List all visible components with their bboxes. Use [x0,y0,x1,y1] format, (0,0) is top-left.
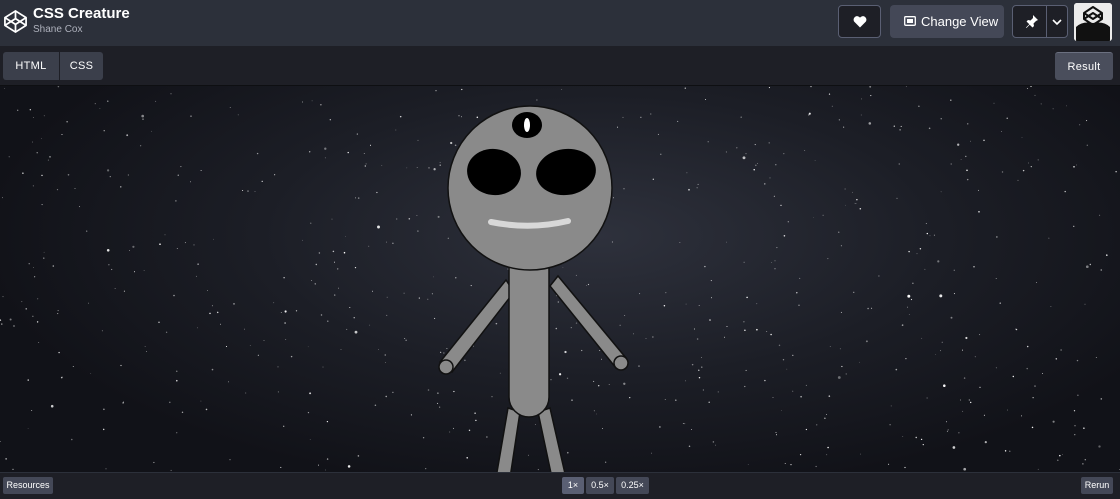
pen-title[interactable]: CSS Creature [33,5,130,23]
tab-result[interactable]: Result [1055,52,1113,80]
change-view-icon [904,16,916,26]
editor-tab-bar: HTML CSS Result [0,46,1120,86]
resources-button[interactable]: Resources [3,477,53,494]
pin-icon [1026,15,1038,28]
alien-third-eye-pupil [524,118,530,132]
chevron-down-icon[interactable] [1052,19,1062,26]
result-preview[interactable] [0,86,1120,472]
alien-right-leg [537,407,566,472]
alien-body [508,245,550,418]
avatar-image [1074,3,1112,41]
zoom-0.5x-button[interactable]: 0.5× [586,477,614,494]
tab-html[interactable]: HTML [3,52,59,80]
pin-divider [1046,6,1047,37]
zoom-1x-button[interactable]: 1× [562,477,584,494]
codepen-logo-icon[interactable] [3,9,28,34]
pin-button[interactable] [1012,5,1068,38]
alien-creature [438,105,629,472]
love-button[interactable] [838,5,881,38]
rerun-button[interactable]: Rerun [1081,477,1113,494]
pen-author[interactable]: Shane Cox [33,24,82,36]
tab-css[interactable]: CSS [60,52,103,80]
change-view-label: Change View [921,14,999,29]
change-view-button[interactable]: Change View [890,5,1004,38]
editor-footer: Resources 1× 0.5× 0.25× Rerun [0,472,1120,499]
alien-right-arm [549,274,629,371]
pen-header: CSS Creature Shane Cox Change View [0,0,1120,46]
alien-left-leg [496,407,521,472]
heart-icon [853,16,867,28]
alien-left-arm [438,278,515,375]
user-avatar[interactable] [1074,3,1112,41]
zoom-0.25x-button[interactable]: 0.25× [616,477,649,494]
